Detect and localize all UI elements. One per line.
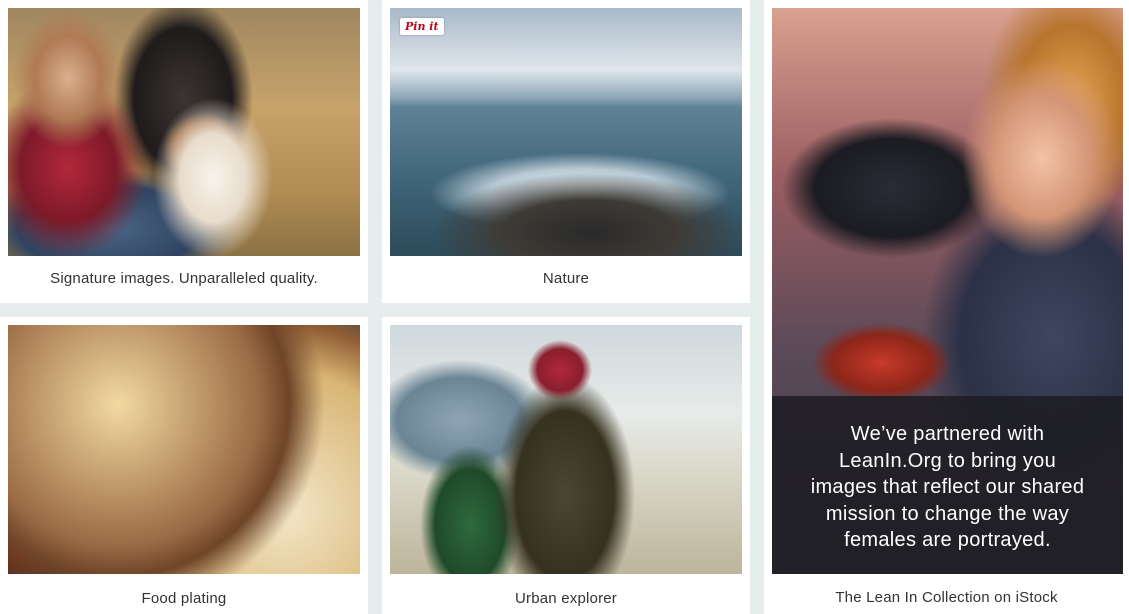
pin-it-button[interactable]: Pin it [400,18,444,35]
tile-food-plating[interactable]: Food plating [0,317,368,614]
lean-in-photo[interactable]: We’ve partnered with LeanIn.Org to bring… [772,8,1123,574]
overlay-line: We’ve partnered with [850,423,1045,445]
urban-explorer-photo[interactable] [390,325,742,574]
tile-signature-images[interactable]: Signature images. Unparalleled quality. [0,0,368,303]
tile-lean-in-collection[interactable]: We’ve partnered with LeanIn.Org to bring… [764,0,1129,614]
tile-caption[interactable]: The Lean In Collection on iStock [764,589,1129,606]
tile-nature[interactable]: Pin it Nature [382,0,750,303]
tile-caption[interactable]: Urban explorer [382,590,750,607]
overlay-line: females are portrayed. [844,529,1051,551]
overlay-line: LeanIn.Org to bring you [838,449,1057,472]
nature-photo[interactable]: Pin it [390,8,742,256]
overlay-line: images that reflect our shared [810,476,1085,498]
tile-caption[interactable]: Food plating [0,590,368,607]
overlay-line: mission to change the way [825,502,1070,525]
tile-urban-explorer[interactable]: Urban explorer [382,317,750,614]
couple-dog-photo[interactable] [8,8,360,256]
food-plating-photo[interactable] [8,325,360,574]
tile-caption[interactable]: Nature [382,270,750,287]
lean-in-overlay: We’ve partnered with LeanIn.Org to bring… [772,396,1123,574]
tile-caption[interactable]: Signature images. Unparalleled quality. [0,270,368,287]
